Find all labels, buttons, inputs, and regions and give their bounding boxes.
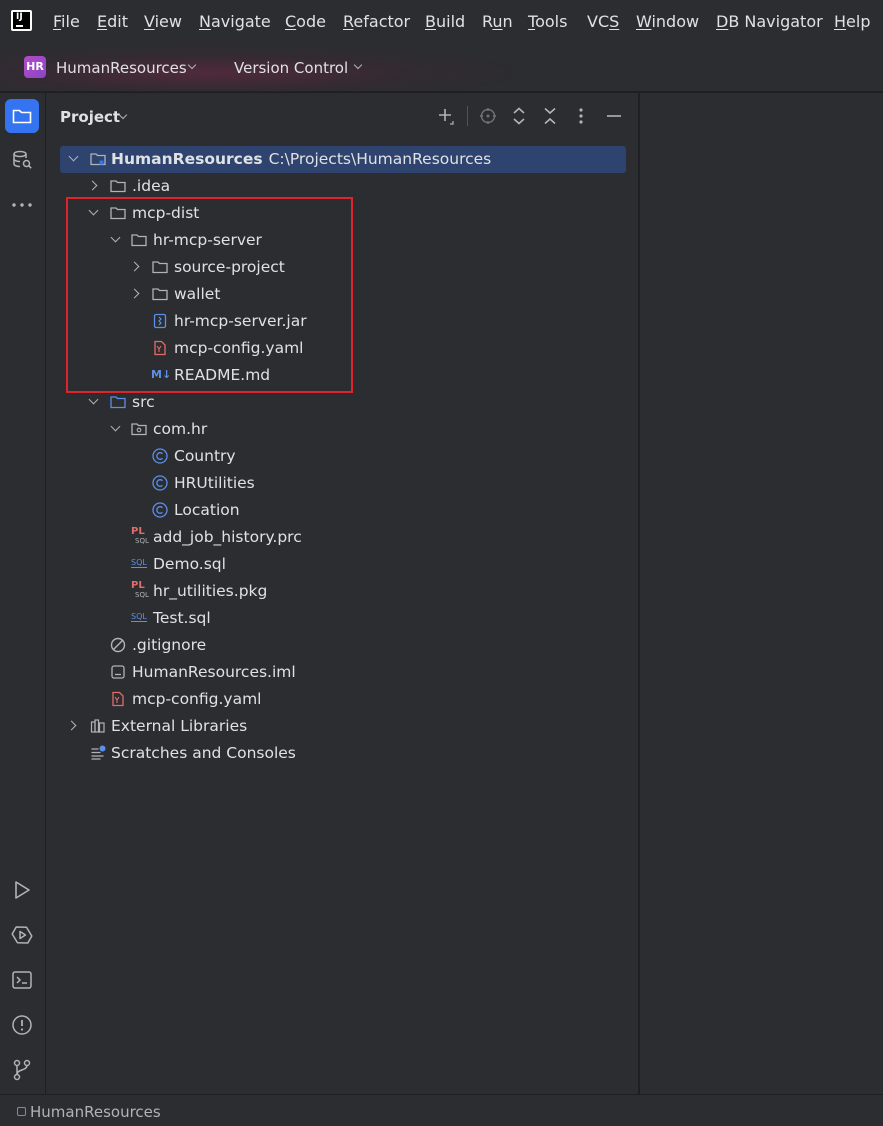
collapse-all-icon [544,107,556,125]
menu-file[interactable]: File [53,12,80,31]
project-selector[interactable]: HumanResources [56,59,187,77]
module-folder-icon [90,153,106,166]
tree-row[interactable]: .idea [60,173,626,200]
menu-bar: IJ File Edit View Navigate Code Refactor… [0,0,883,44]
run-tool-button[interactable] [5,873,39,907]
class-icon [152,475,168,491]
tree-row[interactable]: HumanResources.iml [60,659,626,686]
class-icon [152,448,168,464]
tree-row[interactable]: Country [60,443,626,470]
chevron-right-icon[interactable] [66,720,77,731]
version-control-selector[interactable]: Version Control [234,59,348,77]
database-search-icon [13,150,32,169]
expand-all-icon [513,107,525,125]
ignore-file-icon [110,637,126,653]
tree-row[interactable]: SQL Demo.sql [60,551,626,578]
sql-file-icon: SQL [131,612,147,622]
menu-tools[interactable]: Tools [528,12,567,31]
more-tools-button[interactable] [5,188,39,222]
tree-row[interactable]: HRUtilities [60,470,626,497]
sql-file-icon: SQL [131,558,147,568]
module-icon [17,1107,26,1116]
problems-icon [12,1015,32,1035]
chevron-right-icon[interactable] [87,180,98,191]
tree-row[interactable]: External Libraries [60,713,626,740]
editor-area [640,93,883,1094]
status-breadcrumb[interactable]: HumanResources [30,1103,161,1121]
module-file-icon [111,665,125,679]
chevron-down-icon[interactable] [88,394,99,405]
panel-title[interactable]: Project [60,108,120,126]
chevron-down-icon[interactable] [68,151,79,162]
more-vertical-icon [579,108,583,124]
tree-root-row[interactable]: HumanResources C:\Projects\HumanResources [60,146,626,173]
chevron-down-icon[interactable] [110,421,121,432]
menu-build[interactable]: Build [425,12,465,31]
class-icon [152,502,168,518]
tree-row[interactable]: PL SQL add_job_history.prc [60,524,626,551]
plsql-file-icon: PL SQL [131,526,149,546]
services-icon [11,926,33,944]
tree-row[interactable]: SQL Test.sql [60,605,626,632]
new-file-button[interactable] [435,105,457,127]
collapse-all-button[interactable] [539,105,561,127]
highlight-annotation-box [66,197,353,393]
source-folder-icon [110,396,126,409]
services-tool-button[interactable] [5,918,39,952]
folder-icon [12,109,32,124]
tool-window-strip [0,93,46,1094]
library-icon [90,719,105,733]
scratches-icon [91,745,106,760]
crosshair-icon [480,108,496,124]
tree-row[interactable]: PL SQL hr_utilities.pkg [60,578,626,605]
hide-panel-button[interactable] [603,105,625,127]
project-root-name: HumanResources [111,150,263,168]
terminal-tool-button[interactable] [5,963,39,997]
menu-window[interactable]: Window [636,12,699,31]
options-button[interactable] [570,105,592,127]
yaml-file-icon [112,691,124,707]
menu-navigate[interactable]: Navigate [199,12,271,31]
folder-icon [110,180,126,193]
terminal-icon [12,971,32,989]
tree-row[interactable]: Scratches and Consoles [60,740,626,767]
git-branch-icon [13,1059,31,1081]
tree-row[interactable]: src [60,389,626,416]
problems-tool-button[interactable] [5,1008,39,1042]
status-bar: HumanResources [0,1094,883,1126]
menu-refactor[interactable]: Refactor [343,12,410,31]
database-tool-button[interactable] [5,143,39,177]
minimize-icon [607,115,621,117]
expand-all-button[interactable] [508,105,530,127]
project-badge-icon[interactable]: HR [24,56,46,78]
locate-file-button[interactable] [477,105,499,127]
tree-row[interactable]: com.hr [60,416,626,443]
more-horizontal-icon [12,203,32,207]
tree-row[interactable]: .gitignore [60,632,626,659]
project-root-path: C:\Projects\HumanResources [268,150,492,168]
menu-code[interactable]: Code [285,12,326,31]
menu-help[interactable]: Help [834,12,870,31]
intellij-logo-icon[interactable]: IJ [11,10,32,31]
tree-row[interactable]: Location [60,497,626,524]
menu-view[interactable]: View [144,12,182,31]
menu-edit[interactable]: Edit [97,12,128,31]
add-icon [439,109,454,125]
plsql-file-icon: PL SQL [131,580,149,600]
menu-db-navigator[interactable]: DB Navigator [716,12,823,31]
run-icon [15,881,30,899]
package-icon [131,423,147,436]
menu-run[interactable]: Run [482,12,513,31]
project-tool-button[interactable] [5,99,39,133]
git-tool-button[interactable] [5,1053,39,1087]
menu-vcs[interactable]: VCS [587,12,619,31]
tree-row[interactable]: mcp-config.yaml [60,686,626,713]
